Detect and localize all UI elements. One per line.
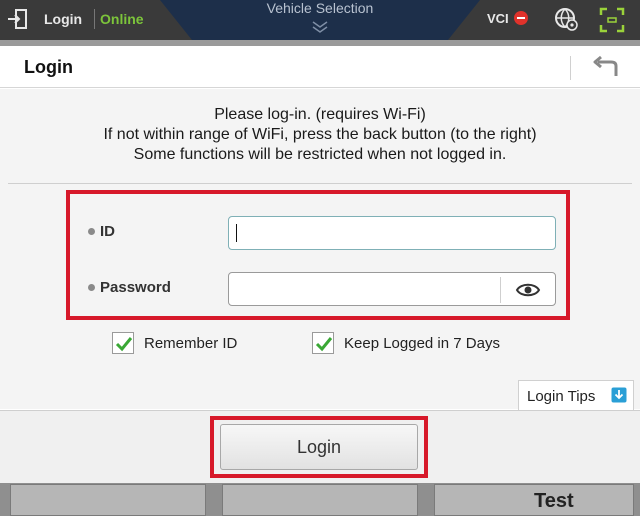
keep-logged-checkbox[interactable] [312, 332, 334, 354]
background-tile-label: Test [534, 490, 574, 512]
vehicle-selection-label: Vehicle Selection [266, 0, 374, 16]
online-status: Online [100, 11, 144, 27]
password-label: Password [100, 279, 171, 296]
divider [8, 183, 632, 184]
login-tips-tab[interactable]: Login Tips [518, 380, 634, 410]
bullet-icon [88, 284, 95, 291]
instruction-line: If not within range of WiFi, press the b… [103, 126, 537, 143]
background-tile [222, 484, 418, 516]
bullet-icon [88, 228, 95, 235]
remember-id-checkbox[interactable] [112, 332, 134, 354]
instruction-line: Some functions will be restricted when n… [133, 146, 507, 163]
keep-logged-label[interactable]: Keep Logged in 7 Days [344, 335, 500, 352]
id-input[interactable] [228, 216, 556, 250]
password-input[interactable] [228, 272, 556, 306]
divider [500, 277, 501, 303]
remember-id-label[interactable]: Remember ID [144, 335, 237, 352]
id-label: ID [100, 223, 115, 240]
login-status-label[interactable]: Login [44, 11, 82, 27]
checkmark-icon [315, 337, 333, 352]
instruction-line: Please log-in. (requires Wi-Fi) [214, 106, 426, 123]
chevron-down-icon[interactable] [310, 20, 330, 34]
login-button[interactable]: Login [220, 424, 418, 470]
login-instructions: Please log-in. (requires Wi-Fi) If not w… [0, 105, 640, 165]
vci-label: VCI [487, 11, 509, 26]
background-tile [10, 484, 206, 516]
login-dialog: Login Please log-in. (requires Wi-Fi) If… [0, 46, 640, 483]
top-bar: Login Online Vehicle Selection VCI [0, 0, 640, 40]
show-password-eye-icon[interactable] [515, 279, 541, 301]
download-icon [611, 387, 627, 403]
checkmark-icon [115, 337, 133, 352]
divider [94, 9, 95, 29]
back-arrow-icon[interactable] [590, 54, 620, 80]
login-tips-label: Login Tips [527, 388, 596, 405]
dialog-title: Login [24, 57, 73, 77]
vci-disconnected-icon [514, 11, 528, 25]
logout-icon[interactable] [6, 8, 30, 30]
fullscreen-icon[interactable] [599, 7, 625, 33]
text-cursor [236, 224, 237, 242]
dialog-header: Login [0, 46, 640, 88]
globe-settings-icon[interactable] [553, 6, 579, 32]
divider [570, 56, 571, 80]
